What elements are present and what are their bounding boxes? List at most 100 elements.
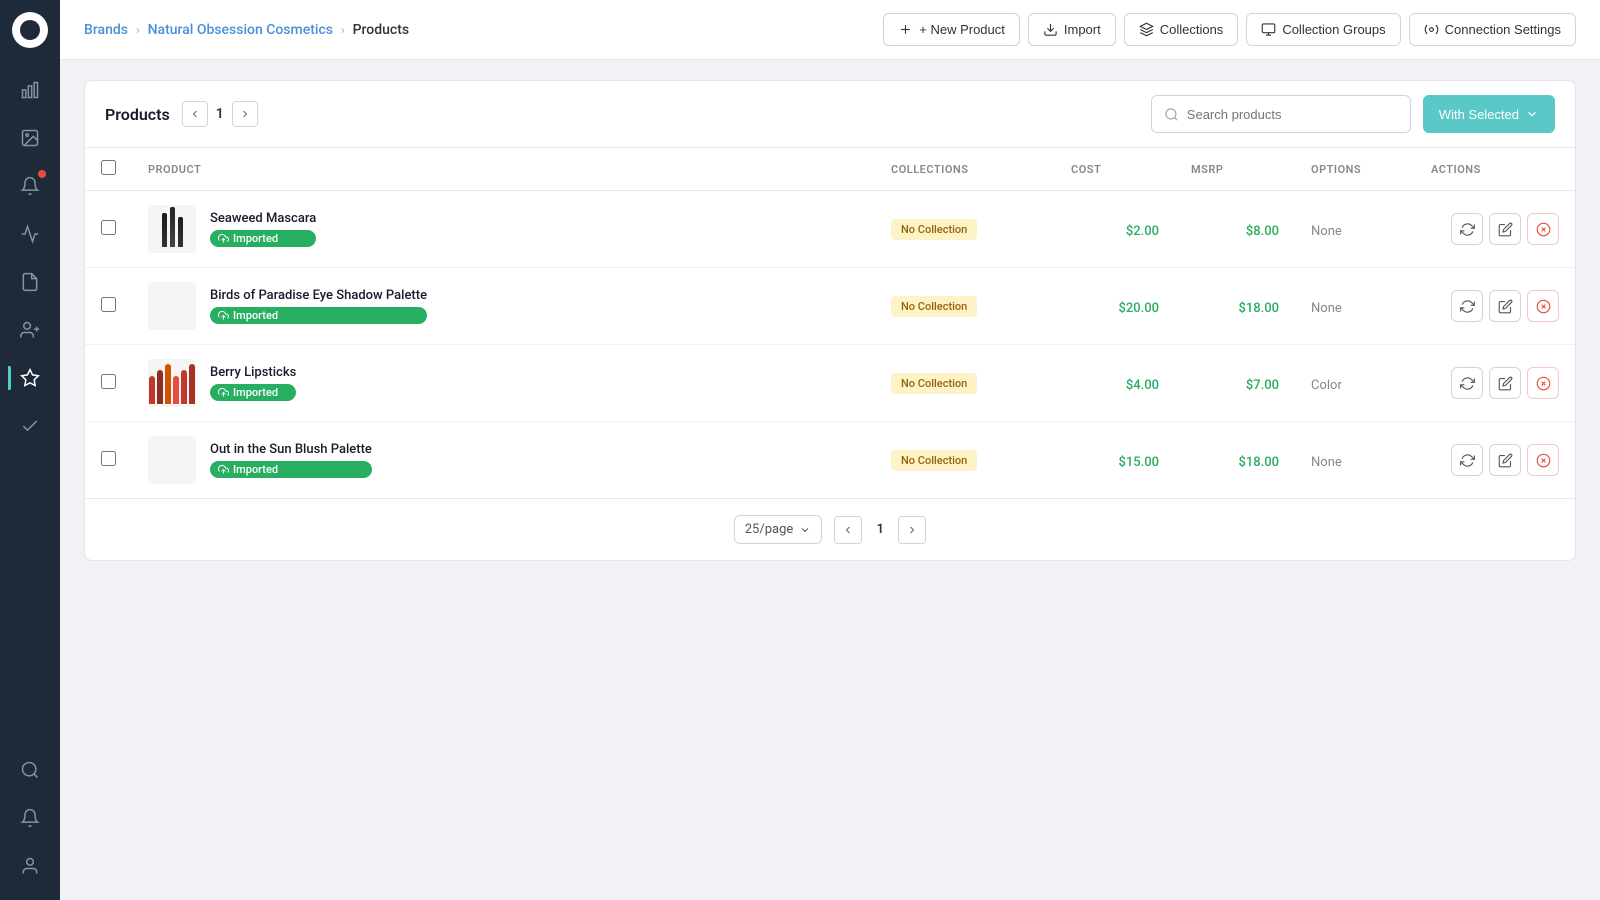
sync-icon bbox=[1460, 376, 1475, 391]
row-checkbox-3[interactable] bbox=[101, 374, 116, 389]
connection-settings-button[interactable]: Connection Settings bbox=[1409, 13, 1576, 46]
plus-icon bbox=[898, 22, 913, 37]
sync-button-2[interactable] bbox=[1451, 290, 1483, 322]
dropdown-icon bbox=[1525, 107, 1539, 121]
delete-button-4[interactable] bbox=[1527, 444, 1559, 476]
sidebar-item-analytics[interactable] bbox=[8, 68, 52, 112]
search-icon bbox=[1164, 107, 1179, 122]
options-cell-4: None bbox=[1295, 422, 1415, 499]
options-value-2: None bbox=[1311, 301, 1342, 316]
edit-button-2[interactable] bbox=[1489, 290, 1521, 322]
product-info-2: Birds of Paradise Eye Shadow Palette Imp… bbox=[210, 288, 427, 324]
row-checkbox-1[interactable] bbox=[101, 220, 116, 235]
col-header-actions: ACTIONS bbox=[1415, 148, 1575, 191]
sidebar-item-tasks[interactable] bbox=[8, 404, 52, 448]
search-input[interactable] bbox=[1187, 107, 1398, 122]
with-selected-button[interactable]: With Selected bbox=[1423, 95, 1555, 133]
delete-button-1[interactable] bbox=[1527, 213, 1559, 245]
sidebar-item-bell[interactable] bbox=[8, 796, 52, 840]
collections-button[interactable]: Collections bbox=[1124, 13, 1239, 46]
sync-button-3[interactable] bbox=[1451, 367, 1483, 399]
page-content: Products 1 With Selected bbox=[60, 60, 1600, 900]
logo[interactable] bbox=[12, 12, 48, 48]
product-info-4: Out in the Sun Blush Palette Imported bbox=[210, 442, 372, 478]
new-product-button[interactable]: + New Product bbox=[883, 13, 1020, 46]
sidebar-item-images[interactable] bbox=[8, 116, 52, 160]
active-indicator bbox=[8, 366, 11, 390]
cloud-upload-icon bbox=[218, 233, 229, 244]
sidebar-item-notifications[interactable] bbox=[8, 164, 52, 208]
msrp-value-4: $18.00 bbox=[1238, 455, 1279, 470]
pagination-next-button[interactable] bbox=[898, 516, 926, 544]
breadcrumb-brands[interactable]: Brands bbox=[84, 22, 128, 38]
product-cell-2: Birds of Paradise Eye Shadow Palette Imp… bbox=[132, 268, 875, 345]
collection-cell-3: No Collection bbox=[875, 345, 1055, 422]
collection-groups-icon bbox=[1261, 22, 1276, 37]
products-title: Products bbox=[105, 105, 170, 124]
breadcrumb-brand[interactable]: Natural Obsession Cosmetics bbox=[148, 22, 333, 38]
sidebar-item-users[interactable] bbox=[8, 308, 52, 352]
pagination-footer: 25/page 1 bbox=[85, 498, 1575, 560]
sync-button-1[interactable] bbox=[1451, 213, 1483, 245]
per-page-chevron-icon bbox=[799, 524, 811, 536]
per-page-select[interactable]: 25/page bbox=[734, 515, 823, 544]
edit-button-3[interactable] bbox=[1489, 367, 1521, 399]
edit-button-4[interactable] bbox=[1489, 444, 1521, 476]
import-button[interactable]: Import bbox=[1028, 13, 1116, 46]
notification-badge bbox=[38, 170, 46, 178]
options-value-3: Color bbox=[1311, 378, 1342, 393]
product-cell-1: Seaweed Mascara Imported bbox=[132, 191, 875, 268]
row-checkbox-2[interactable] bbox=[101, 297, 116, 312]
collection-groups-button[interactable]: Collection Groups bbox=[1246, 13, 1400, 46]
table-row: Out in the Sun Blush Palette Imported No… bbox=[85, 422, 1575, 499]
sidebar bbox=[0, 0, 60, 900]
pagination-prev-button[interactable] bbox=[834, 516, 862, 544]
next-page-button[interactable] bbox=[232, 101, 258, 127]
actions-cell-4 bbox=[1415, 422, 1575, 499]
sidebar-item-campaigns[interactable] bbox=[8, 212, 52, 256]
cost-cell-4: $15.00 bbox=[1055, 422, 1175, 499]
products-panel-header: Products 1 With Selected bbox=[85, 81, 1575, 148]
delete-button-2[interactable] bbox=[1527, 290, 1559, 322]
sidebar-item-favorites[interactable] bbox=[8, 356, 52, 400]
cost-cell-3: $4.00 bbox=[1055, 345, 1175, 422]
table-row: Seaweed Mascara Imported No Collection $… bbox=[85, 191, 1575, 268]
settings-icon bbox=[1424, 22, 1439, 37]
breadcrumb-current: Products bbox=[353, 22, 410, 38]
close-circle-icon bbox=[1536, 299, 1551, 314]
breadcrumb: Brands › Natural Obsession Cosmetics › P… bbox=[84, 22, 871, 38]
edit-button-1[interactable] bbox=[1489, 213, 1521, 245]
product-thumb-1 bbox=[148, 205, 196, 253]
product-name-1: Seaweed Mascara bbox=[210, 211, 316, 226]
no-collection-badge-4: No Collection bbox=[891, 450, 977, 471]
breadcrumb-sep-1: › bbox=[136, 23, 140, 37]
close-circle-icon bbox=[1536, 376, 1551, 391]
sidebar-bottom bbox=[8, 748, 52, 888]
pagination-nav: 1 bbox=[834, 516, 926, 544]
actions-cell-2 bbox=[1415, 268, 1575, 345]
sync-button-4[interactable] bbox=[1451, 444, 1483, 476]
collection-groups-label: Collection Groups bbox=[1282, 22, 1385, 37]
sidebar-item-account[interactable] bbox=[8, 844, 52, 888]
collection-cell-1: No Collection bbox=[875, 191, 1055, 268]
product-cell-4: Out in the Sun Blush Palette Imported bbox=[132, 422, 875, 499]
sidebar-item-orders[interactable] bbox=[8, 260, 52, 304]
row-checkbox-4[interactable] bbox=[101, 451, 116, 466]
imported-badge-2: Imported bbox=[210, 307, 427, 324]
delete-button-3[interactable] bbox=[1527, 367, 1559, 399]
msrp-cell-2: $18.00 bbox=[1175, 268, 1295, 345]
prev-page-button[interactable] bbox=[182, 101, 208, 127]
search-box bbox=[1151, 95, 1411, 133]
sync-icon bbox=[1460, 453, 1475, 468]
no-collection-badge-3: No Collection bbox=[891, 373, 977, 394]
sidebar-item-search[interactable] bbox=[8, 748, 52, 792]
product-name-2: Birds of Paradise Eye Shadow Palette bbox=[210, 288, 427, 303]
msrp-cell-4: $18.00 bbox=[1175, 422, 1295, 499]
product-info-1: Seaweed Mascara Imported bbox=[210, 211, 316, 247]
connection-settings-label: Connection Settings bbox=[1445, 22, 1561, 37]
pagination-prev-icon bbox=[842, 524, 854, 536]
product-thumb-3 bbox=[148, 359, 196, 407]
select-all-checkbox[interactable] bbox=[101, 160, 116, 175]
products-tbody: Seaweed Mascara Imported No Collection $… bbox=[85, 191, 1575, 499]
product-name-4: Out in the Sun Blush Palette bbox=[210, 442, 372, 457]
